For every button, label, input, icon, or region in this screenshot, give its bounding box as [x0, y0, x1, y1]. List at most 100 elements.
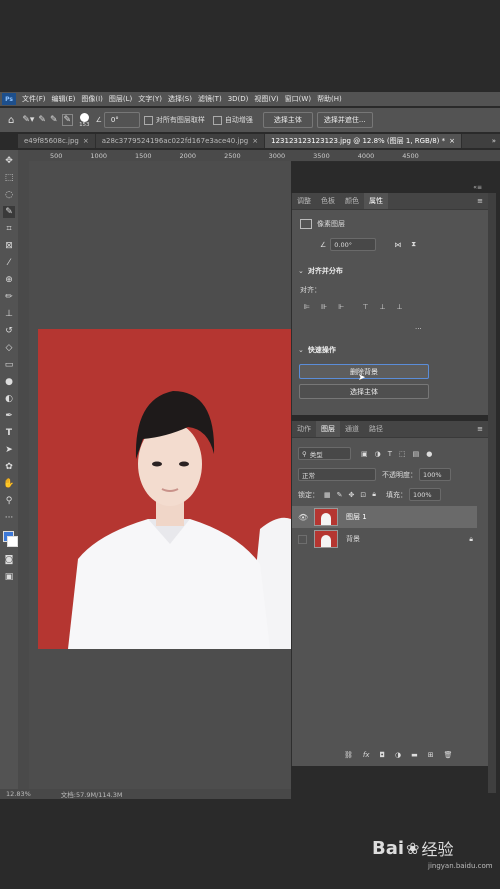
add-mask-icon[interactable]: ◘ — [380, 751, 386, 759]
menu-filter[interactable]: 滤镜(T) — [198, 94, 222, 104]
new-selection-icon[interactable]: ✎ — [38, 115, 46, 125]
tab-channels[interactable]: 通道 — [340, 421, 364, 437]
select-subject-button[interactable]: 选择主体 — [299, 384, 429, 399]
menu-layer[interactable]: 图层(L) — [109, 94, 132, 104]
flip-horizontal-icon[interactable]: ⋈ — [394, 241, 401, 249]
eraser-tool-icon[interactable]: ◇ — [3, 342, 15, 354]
panel-menu-icon[interactable]: ≡ — [477, 425, 483, 433]
more-tabs-icon[interactable]: » — [492, 137, 496, 145]
pen-tool-icon[interactable]: ✒ — [3, 410, 15, 422]
link-layers-icon[interactable]: ⛓ — [344, 751, 353, 759]
close-icon[interactable]: × — [83, 137, 89, 145]
quick-select-tool-icon[interactable]: ✎▾ — [22, 115, 34, 125]
tab-layers[interactable]: 图层 — [316, 421, 340, 437]
blur-tool-icon[interactable]: ● — [3, 376, 15, 388]
color-swap-icon[interactable] — [3, 529, 18, 549]
healing-tool-icon[interactable]: ⊕ — [3, 274, 15, 286]
stamp-tool-icon[interactable]: ⊥ — [3, 308, 15, 320]
menu-type[interactable]: 文字(Y) — [138, 94, 162, 104]
close-icon[interactable]: × — [252, 137, 258, 145]
align-right-icon[interactable]: ⊩ — [338, 303, 344, 311]
layer-row-layer1[interactable]: 👁︎ 图层 1 — [292, 506, 477, 528]
fill-input[interactable]: 100% — [408, 488, 441, 501]
align-left-icon[interactable]: ⊫ — [304, 303, 310, 311]
document-photo[interactable] — [38, 329, 291, 649]
filter-smart-icon[interactable]: ▤ — [413, 450, 420, 458]
background-color-swatch[interactable] — [7, 536, 18, 547]
subtract-selection-icon[interactable]: ✎ — [61, 114, 74, 126]
quick-mask-icon[interactable]: ◙ — [3, 554, 15, 566]
menu-file[interactable]: 文件(F) — [22, 94, 46, 104]
new-group-icon[interactable]: ▬ — [411, 751, 418, 759]
lock-artboard-icon[interactable]: ⊡ — [360, 491, 366, 499]
align-top-icon[interactable]: ⊤ — [362, 303, 368, 311]
tab-color[interactable]: 颜色 — [340, 193, 364, 209]
lock-transparent-icon[interactable]: ▦ — [324, 491, 331, 499]
menu-window[interactable]: 窗口(W) — [285, 94, 311, 104]
panel-scrollbar[interactable] — [488, 193, 496, 793]
visibility-eye-icon[interactable]: 👁︎ — [298, 513, 308, 522]
panel-collapse-icon[interactable]: «≡ — [462, 184, 482, 192]
layer-filter-select[interactable]: ⚲ 类型 — [298, 447, 351, 460]
filter-type-icon[interactable]: T — [388, 450, 392, 458]
menu-image[interactable]: 图像(I) — [81, 94, 103, 104]
align-middle-v-icon[interactable]: ⊥ — [379, 303, 385, 311]
hand-tool-icon[interactable]: ✋ — [3, 478, 15, 490]
filter-toggle-icon[interactable]: ● — [426, 450, 432, 458]
gradient-tool-icon[interactable]: ▭ — [3, 359, 15, 371]
tab-adjustments[interactable]: 调整 — [292, 193, 316, 209]
marquee-tool-icon[interactable]: ⬚ — [3, 172, 15, 184]
tab-swatches[interactable]: 色板 — [316, 193, 340, 209]
crop-tool-icon[interactable]: ⌗ — [3, 223, 15, 235]
visibility-toggle[interactable] — [298, 534, 307, 544]
angle-input[interactable]: 0° — [103, 112, 140, 128]
blend-mode-select[interactable]: 正常 — [298, 468, 376, 481]
shape-tool-icon[interactable]: ✿ — [3, 461, 15, 473]
tab-properties[interactable]: 属性 — [364, 193, 388, 209]
align-bottom-icon[interactable]: ⊥ — [397, 303, 403, 311]
brush-size-control[interactable]: 153 — [79, 112, 90, 128]
menu-select[interactable]: 选择(S) — [168, 94, 192, 104]
tab-doc-1[interactable]: e49f85608c.jpg × — [18, 134, 96, 148]
tab-actions[interactable]: 动作 — [292, 421, 316, 437]
tab-doc-3[interactable]: 123123123123123.jpg @ 12.8% (图层 1, RGB/8… — [265, 134, 463, 148]
adjustment-layer-icon[interactable]: ◑ — [395, 751, 401, 759]
dodge-tool-icon[interactable]: ◐ — [3, 393, 15, 405]
delete-layer-icon[interactable]: 🗑︎ — [444, 751, 453, 759]
zoom-tool-icon[interactable]: ⚲ — [3, 495, 15, 507]
tab-doc-2[interactable]: a28c3779524196ac022fd167e3ace40.jpg × — [96, 134, 266, 148]
close-icon[interactable]: × — [449, 137, 455, 145]
align-center-h-icon[interactable]: ⊪ — [321, 303, 327, 311]
type-tool-icon[interactable]: T — [3, 427, 15, 439]
move-tool-icon[interactable]: ✥ — [3, 155, 15, 167]
lasso-tool-icon[interactable]: ◌ — [3, 189, 15, 201]
align-section-header[interactable]: ⌄ 对齐并分布 — [298, 266, 343, 276]
filter-adjustment-icon[interactable]: ◑ — [375, 450, 381, 458]
screen-mode-icon[interactable]: ▣ — [3, 571, 15, 583]
flip-vertical-icon[interactable]: ⧗ — [411, 240, 416, 249]
lock-pixels-icon[interactable]: ✎ — [337, 491, 343, 499]
menu-3d[interactable]: 3D(D) — [228, 95, 249, 103]
new-layer-icon[interactable]: ⊞ — [428, 751, 434, 759]
angle-field[interactable]: 0.00° — [330, 238, 377, 251]
brush-tool-icon[interactable]: ✏ — [3, 291, 15, 303]
menu-view[interactable]: 视图(V) — [254, 94, 278, 104]
home-icon[interactable]: ⌂ — [8, 115, 14, 126]
opacity-input[interactable]: 100% — [419, 468, 451, 481]
tab-paths[interactable]: 路径 — [364, 421, 388, 437]
panel-menu-icon[interactable]: ≡ — [477, 197, 483, 205]
lock-position-icon[interactable]: ✥ — [349, 491, 355, 499]
layer-style-icon[interactable]: fx — [363, 751, 370, 759]
select-and-mask-button[interactable]: 选择并遮住... — [316, 112, 373, 128]
filter-pixel-icon[interactable]: ▣ — [361, 450, 368, 458]
menu-edit[interactable]: 编辑(E) — [52, 94, 76, 104]
add-selection-icon[interactable]: ✎ — [50, 115, 58, 125]
quick-select-tool-icon[interactable]: ✎ — [3, 206, 15, 218]
path-select-tool-icon[interactable]: ➤ — [3, 444, 15, 456]
more-options-icon[interactable]: ... — [415, 323, 422, 331]
layer-row-background[interactable]: 背景 🔒︎ — [292, 528, 477, 550]
more-tools-icon[interactable]: ··· — [3, 512, 15, 524]
frame-tool-icon[interactable]: ⊠ — [3, 240, 15, 252]
menu-help[interactable]: 帮助(H) — [317, 94, 342, 104]
filter-shape-icon[interactable]: ⬚ — [399, 450, 406, 458]
